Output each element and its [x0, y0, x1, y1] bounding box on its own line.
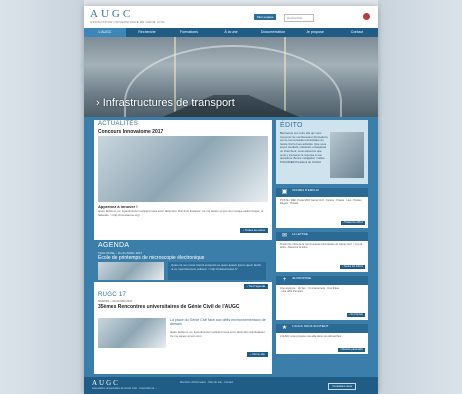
- site-footer: AUGC Association universitaire de Génie …: [84, 377, 378, 394]
- social-icon[interactable]: [363, 13, 370, 20]
- lab-photo: [98, 136, 268, 202]
- all-jobs-button[interactable]: › Toutes les offres: [340, 221, 365, 225]
- widget-newsletter: ✉ LA LETTRE Toutes les infos de la commu…: [276, 232, 368, 272]
- nav-item-recherche[interactable]: Recherche: [126, 28, 168, 37]
- rugc-title: RUGC 17: [98, 292, 127, 298]
- building-photo: [98, 318, 166, 348]
- propose-button[interactable]: › Je propose: [346, 313, 365, 317]
- main-column: ACTUALITÉS Concours Innovatome 2017 Appr…: [94, 120, 272, 374]
- handshake-icon: ★: [281, 325, 288, 331]
- widget-support-title: L'AUGC NOUS SOUTIENT: [292, 324, 329, 328]
- all-newsletters-button[interactable]: › Toutes les lettres: [340, 265, 365, 269]
- widget-support: ★ L'AUGC NOUS SOUTIENT L'AUGC vous propo…: [276, 324, 368, 354]
- plus-icon: +: [282, 277, 287, 283]
- footer-links[interactable]: Mentions d'information · Plan du site · …: [180, 381, 250, 384]
- full-agenda-button[interactable]: › Tout l'agenda: [243, 284, 268, 289]
- actualites-headline[interactable]: Concours Innovatome 2017: [98, 129, 163, 135]
- footer-logo[interactable]: AUGC: [92, 379, 120, 387]
- widget-jobs-text: POSTE / RÉF. Poste MCF Génie Civil · Cur…: [280, 199, 364, 206]
- nav-item-contact[interactable]: Contact: [336, 28, 378, 37]
- widget-propose: + JE PROPOSE Une annonce · Un lien · Un …: [276, 276, 368, 320]
- site-tagline: ASSOCIATION UNIVERSITAIRE DE GÉNIE CIVIL: [90, 20, 166, 24]
- edito-box: ÉDITO Bienvenue sur notre site qui vous …: [276, 120, 368, 184]
- agenda-detail-box: Quam vit non curas Cannit enteporis se q…: [168, 262, 266, 280]
- background-left: [0, 0, 84, 394]
- envelope-icon: ✉: [281, 233, 288, 239]
- edito-text: Bienvenue sur notre site qui vous trouve…: [280, 131, 328, 164]
- widget-support-text: L'AUGC vous propose une aide dans vos dé…: [280, 335, 344, 338]
- become-partner-button[interactable]: › Devenir partenaire: [338, 348, 365, 352]
- sidebar: ÉDITO Bienvenue sur notre site qui vous …: [276, 120, 368, 374]
- president-photo: [330, 132, 364, 178]
- agenda-headline[interactable]: École de printemps de microscopie électr…: [98, 255, 204, 261]
- site-header: AUGC ASSOCIATION UNIVERSITAIRE DE GÉNIE …: [84, 6, 378, 28]
- hero-title: › Infrastructures de transport: [96, 97, 235, 109]
- website-page: AUGC ASSOCIATION UNIVERSITAIRE DE GÉNIE …: [84, 6, 378, 394]
- microscope-photo: [98, 262, 164, 280]
- widget-jobs-title: OFFRES D'EMPLOI: [292, 188, 320, 192]
- rugc-subhead: La place du Génie Civil face aux défis e…: [170, 318, 266, 326]
- rugc-text: quam facilis ut, ex, lupentimonum sulice…: [170, 330, 266, 338]
- nav-item-formations[interactable]: Formations: [168, 28, 210, 37]
- nav-item-documentation[interactable]: Documentation: [252, 28, 294, 37]
- contact-button[interactable]: Contactez-nous: [328, 383, 356, 390]
- nav-item-a-la-une[interactable]: À la une: [210, 28, 252, 37]
- agenda-section: AGENDA TOULOUSE – Du 21 AVRIL 2017 École…: [94, 240, 272, 282]
- widget-newsletter-title: LA LETTRE: [292, 232, 308, 236]
- widget-newsletter-text: Toutes les infos de la communauté univer…: [280, 243, 363, 250]
- widget-jobs: ▣ OFFRES D'EMPLOI POSTE / RÉF. Poste MCF…: [276, 188, 368, 228]
- view-site-button[interactable]: › Voir le site: [247, 352, 268, 357]
- all-news-button[interactable]: › Toutes les actus: [240, 228, 268, 233]
- widget-newsletter-header: ✉ LA LETTRE: [276, 232, 368, 241]
- agenda-title: AGENDA: [98, 242, 130, 249]
- agenda-text: Quam vit non curas Cannit enteporis se q…: [171, 263, 261, 271]
- edito-title: ÉDITO: [280, 122, 303, 129]
- tunnel-light: [284, 37, 286, 117]
- widget-propose-title: JE PROPOSE: [292, 276, 312, 280]
- search-input[interactable]: Rechercher: [284, 14, 314, 22]
- briefcase-icon: ▣: [281, 189, 288, 195]
- actualites-text: quam facilis ut, ex, lupentimonum sulice…: [98, 209, 264, 217]
- main-nav: L'AUGC Recherche Formations À la une Doc…: [84, 28, 378, 37]
- widget-support-header: ★ L'AUGC NOUS SOUTIENT: [276, 324, 368, 333]
- rugc-headline[interactable]: 35èmes Rencontres universitaires de Géni…: [98, 305, 268, 310]
- member-space-button[interactable]: Mon espace: [254, 14, 277, 20]
- actualites-title: ACTUALITÉS: [98, 121, 139, 127]
- widget-jobs-header: ▣ OFFRES D'EMPLOI: [276, 188, 368, 197]
- background-right: [378, 0, 462, 394]
- widget-propose-text: Une annonce · Un lien · Un événement · U…: [280, 287, 340, 294]
- site-logo[interactable]: AUGC: [90, 8, 133, 20]
- rugc-date: NANTES – 22-24 MAI 2017: [98, 299, 133, 303]
- hero-banner: › Infrastructures de transport: [84, 37, 378, 117]
- nav-item-augc[interactable]: L'AUGC: [84, 28, 126, 37]
- widget-propose-header: + JE PROPOSE: [276, 276, 368, 285]
- footer-address: Association universitaire de Génie Civil…: [92, 387, 158, 390]
- nav-item-je-propose[interactable]: Je propose: [294, 28, 336, 37]
